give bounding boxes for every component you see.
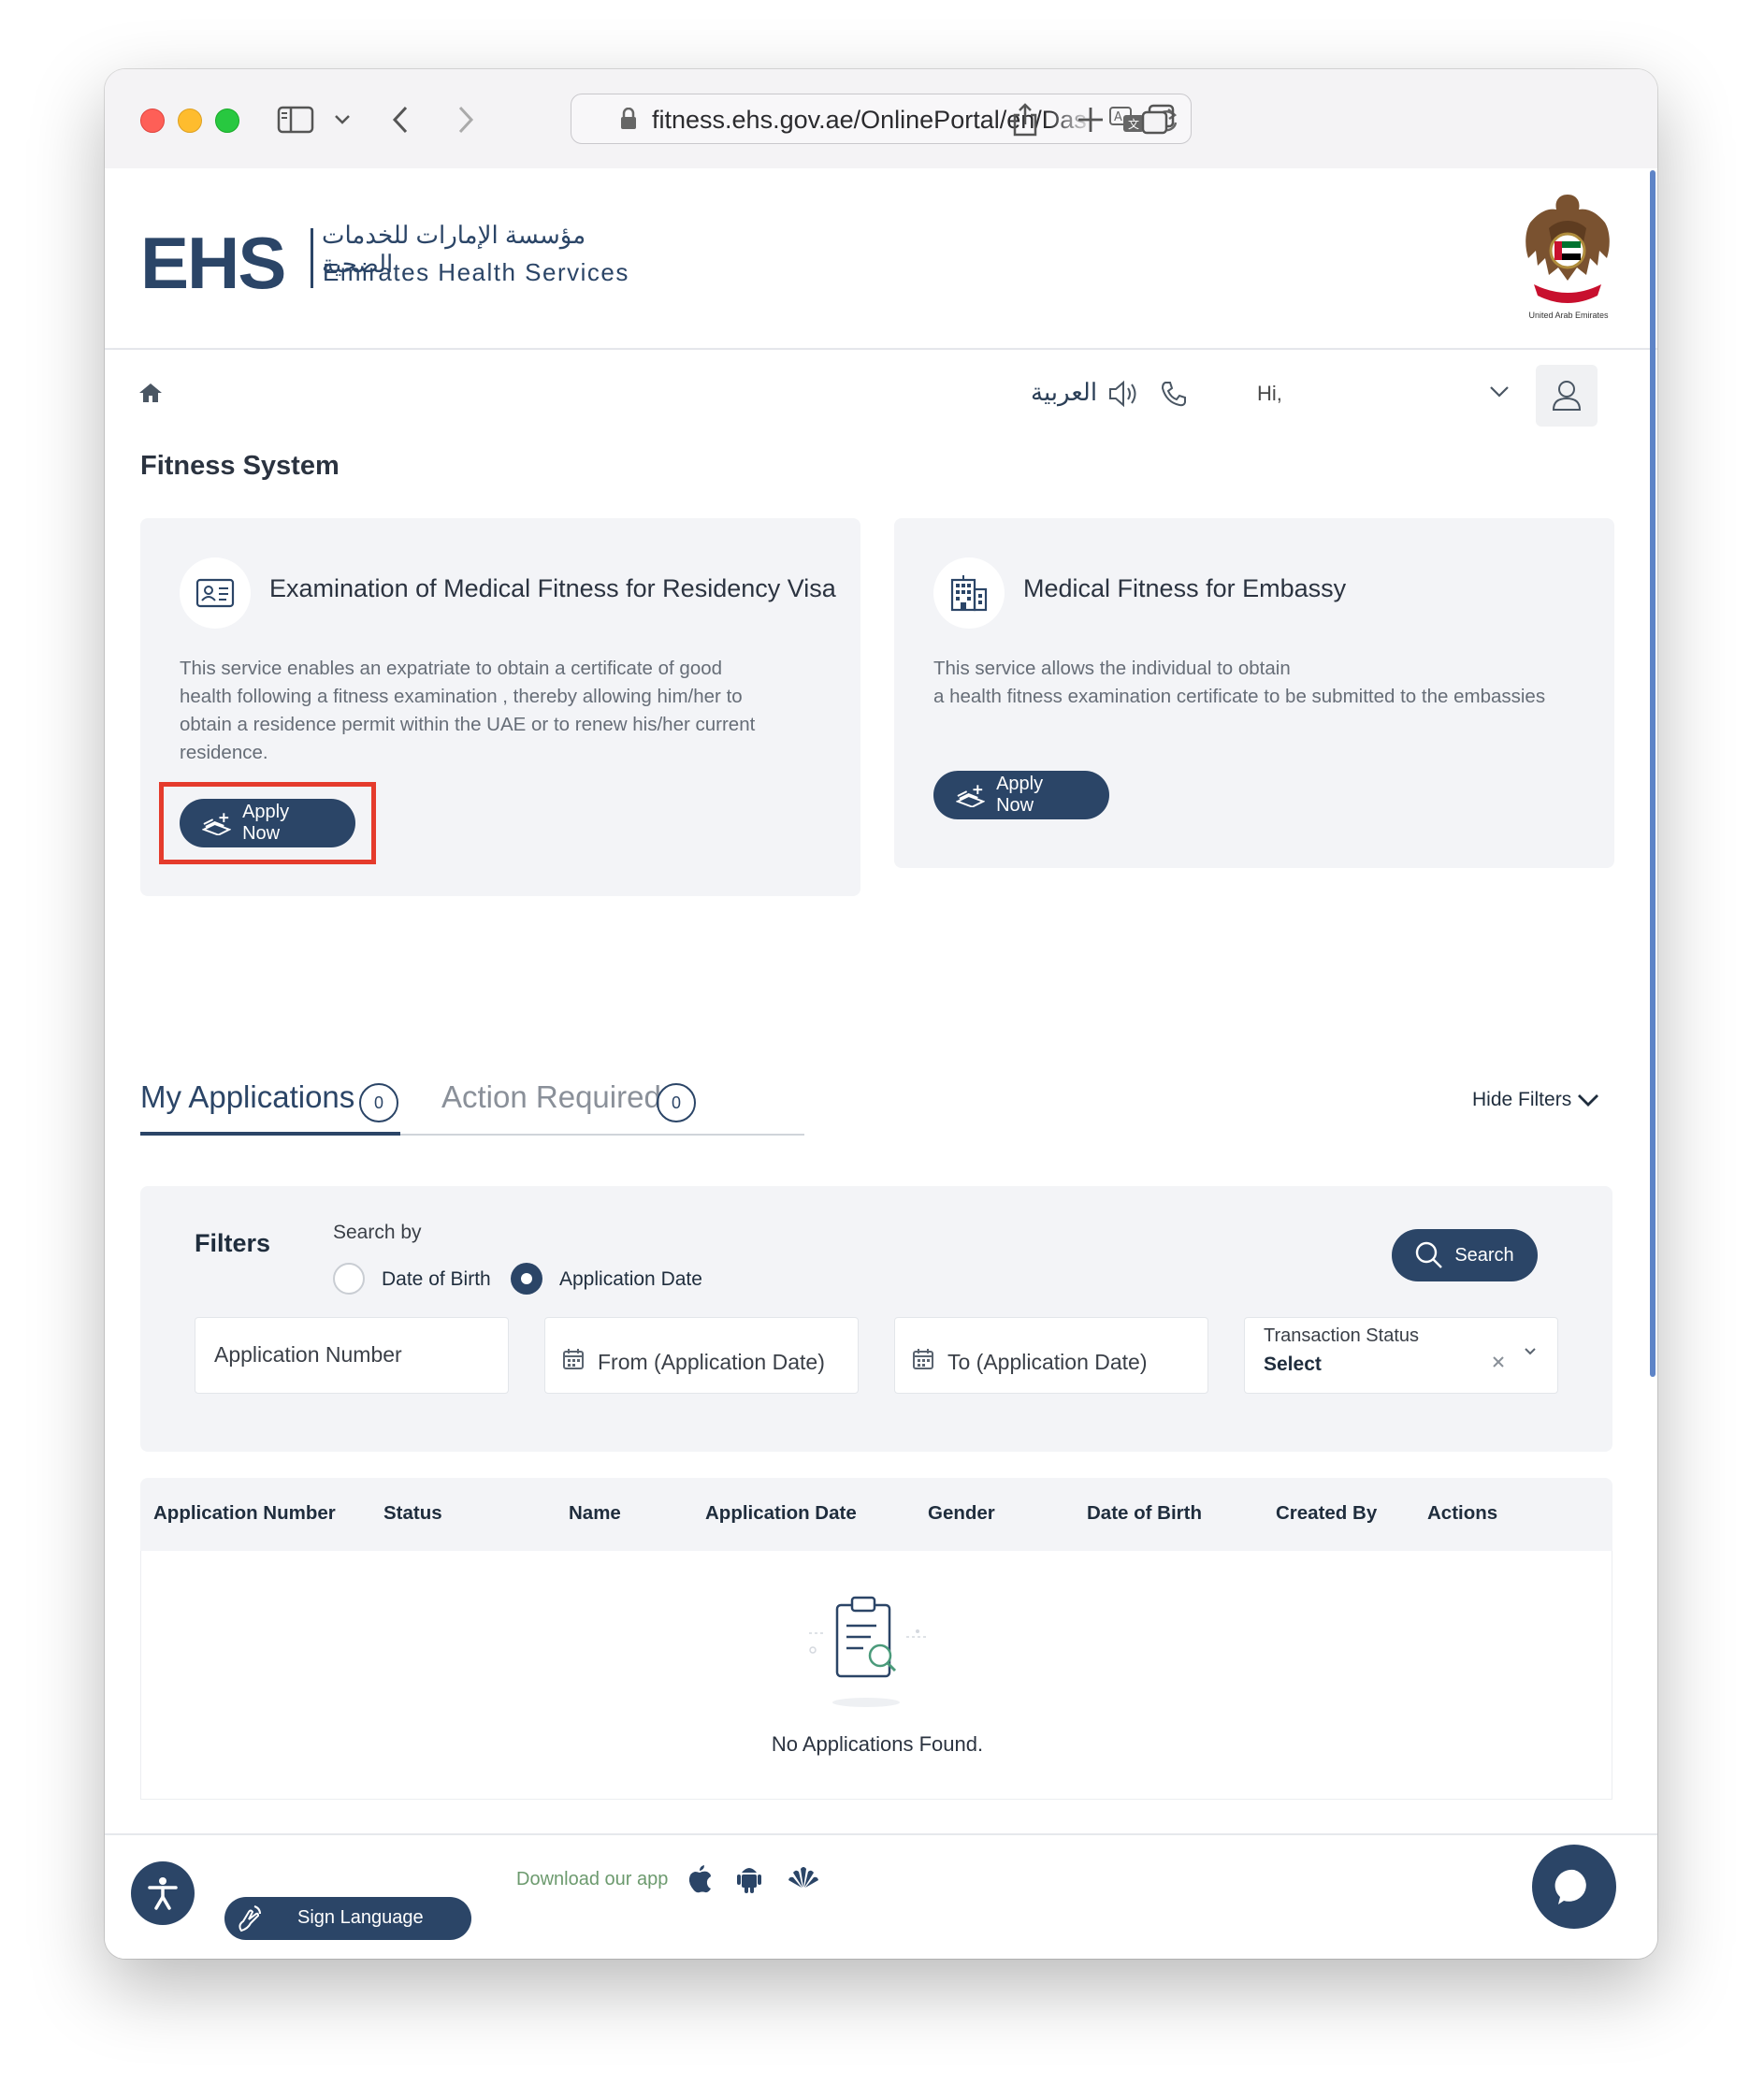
main-content: Fitness System Examination of Medical Fi… — [105, 440, 1657, 1959]
chevron-down-icon[interactable] — [1489, 385, 1510, 403]
top-navbar: العربية Hi, — [105, 350, 1657, 440]
radio-label-date-of-birth[interactable]: Date of Birth — [382, 1268, 491, 1291]
close-window-button[interactable] — [140, 109, 165, 133]
search-button[interactable]: Search — [1392, 1229, 1538, 1281]
calendar-icon — [912, 1348, 934, 1375]
site-header: EHS مؤسسة الإمارات للخدمات الصحية Emirat… — [105, 168, 1657, 350]
sign-language-button[interactable]: Sign Language — [224, 1897, 471, 1940]
share-icon[interactable] — [1006, 101, 1044, 138]
chevron-down-icon[interactable] — [324, 101, 361, 138]
browser-toolbar: fitness.ehs.gov.ae/OnlinePortal/en/Das A… — [105, 69, 1657, 169]
calendar-icon — [562, 1348, 585, 1375]
column-header[interactable]: Actions — [1427, 1502, 1497, 1525]
huawei-icon[interactable] — [788, 1863, 819, 1894]
service-card-embassy: Medical Fitness for Embassy This service… — [894, 518, 1614, 868]
my-applications-count-badge: 0 — [359, 1083, 398, 1122]
service-description: This service allows the individual to ob… — [933, 658, 1546, 707]
column-header[interactable]: Application Date — [705, 1502, 857, 1525]
column-header[interactable]: Gender — [928, 1502, 995, 1525]
chevron-down-icon — [1578, 1094, 1599, 1107]
hide-filters-toggle[interactable]: Hide Filters — [1472, 1089, 1599, 1111]
arabic-language-link[interactable]: العربية — [1031, 378, 1097, 407]
column-header[interactable]: Application Number — [153, 1502, 336, 1525]
column-header[interactable]: Created By — [1276, 1502, 1377, 1525]
apple-icon[interactable] — [687, 1863, 713, 1898]
maximize-window-button[interactable] — [215, 109, 239, 133]
browser-window: fitness.ehs.gov.ae/OnlinePortal/en/Das A… — [105, 69, 1657, 1959]
logo-english-text: Emirates Health Services — [323, 258, 629, 286]
tab-my-applications[interactable]: My Applications — [140, 1079, 354, 1115]
apply-icon — [202, 813, 232, 835]
download-app-label: Download our app — [516, 1869, 669, 1889]
chevron-down-icon[interactable] — [1524, 1344, 1537, 1361]
id-card-icon — [180, 557, 251, 629]
transaction-status-select[interactable]: Transaction Status Select — [1244, 1317, 1558, 1394]
emblem-caption: United Arab Emirates — [1528, 311, 1609, 320]
accessibility-button[interactable] — [131, 1861, 195, 1925]
apply-icon — [956, 785, 986, 807]
apply-now-button-residency[interactable]: Apply Now — [180, 799, 355, 847]
forward-icon[interactable] — [447, 101, 484, 138]
transaction-status-label: Transaction Status — [1264, 1325, 1420, 1346]
search-by-label: Search by — [333, 1222, 422, 1243]
radio-date-of-birth[interactable] — [333, 1263, 365, 1295]
phone-icon[interactable] — [1160, 380, 1188, 413]
chat-button[interactable] — [1532, 1845, 1616, 1929]
clear-icon[interactable] — [1492, 1355, 1505, 1373]
action-required-count-badge: 0 — [657, 1083, 696, 1122]
filters-title: Filters — [195, 1229, 271, 1257]
user-icon — [1552, 381, 1582, 411]
building-icon — [933, 557, 1005, 629]
column-header[interactable]: Status — [383, 1502, 442, 1525]
lock-icon — [620, 107, 637, 135]
column-header[interactable]: Date of Birth — [1087, 1502, 1202, 1525]
application-number-input[interactable]: Application Number — [195, 1317, 509, 1394]
service-title: Examination of Medical Fitness for Resid… — [269, 574, 836, 602]
ehs-logo[interactable]: EHS — [140, 226, 286, 299]
filters-panel: Filters Search by Date of Birth Applicat… — [140, 1186, 1612, 1452]
applications-table-body: No Applications Found. — [140, 1551, 1612, 1800]
applications-table-header: Application Number Status Name Applicati… — [140, 1478, 1612, 1551]
page-scrollbar[interactable] — [1650, 170, 1656, 1377]
accessibility-icon — [148, 1877, 178, 1910]
svg-text:文: 文 — [1128, 117, 1139, 131]
transaction-status-value: Select — [1264, 1353, 1322, 1375]
search-icon — [1416, 1241, 1443, 1268]
svg-text:A: A — [1114, 110, 1122, 124]
user-account-button[interactable] — [1536, 365, 1598, 427]
column-header[interactable]: Name — [569, 1502, 621, 1525]
android-icon[interactable] — [737, 1863, 761, 1898]
service-description: This service enables an expatriate to ob… — [180, 658, 756, 763]
sidebar-toggle-icon[interactable] — [277, 101, 314, 138]
minimize-window-button[interactable] — [178, 109, 202, 133]
greeting-text: Hi, — [1257, 382, 1282, 405]
back-icon[interactable] — [382, 101, 419, 138]
speaker-icon[interactable] — [1107, 380, 1139, 413]
empty-state-message: No Applications Found. — [771, 1732, 984, 1756]
uae-emblem-icon — [1521, 191, 1614, 312]
radio-application-date[interactable] — [511, 1263, 542, 1295]
apply-now-button-embassy[interactable]: Apply Now — [933, 771, 1109, 819]
tab-action-required[interactable]: Action Required — [441, 1079, 661, 1115]
radio-label-application-date[interactable]: Application Date — [559, 1268, 702, 1291]
sign-language-icon — [239, 1905, 261, 1933]
chat-icon — [1554, 1869, 1586, 1904]
to-date-input[interactable]: To (Application Date) — [894, 1317, 1208, 1394]
service-card-residency: Examination of Medical Fitness for Resid… — [140, 518, 860, 896]
page-title: Fitness System — [140, 451, 340, 481]
new-tab-icon[interactable] — [1072, 101, 1109, 138]
from-date-input[interactable]: From (Application Date) — [544, 1317, 859, 1394]
no-results-icon — [796, 1588, 936, 1715]
service-title: Medical Fitness for Embassy — [1023, 574, 1347, 602]
tab-overview-icon[interactable] — [1139, 101, 1177, 138]
home-icon[interactable] — [138, 382, 163, 409]
